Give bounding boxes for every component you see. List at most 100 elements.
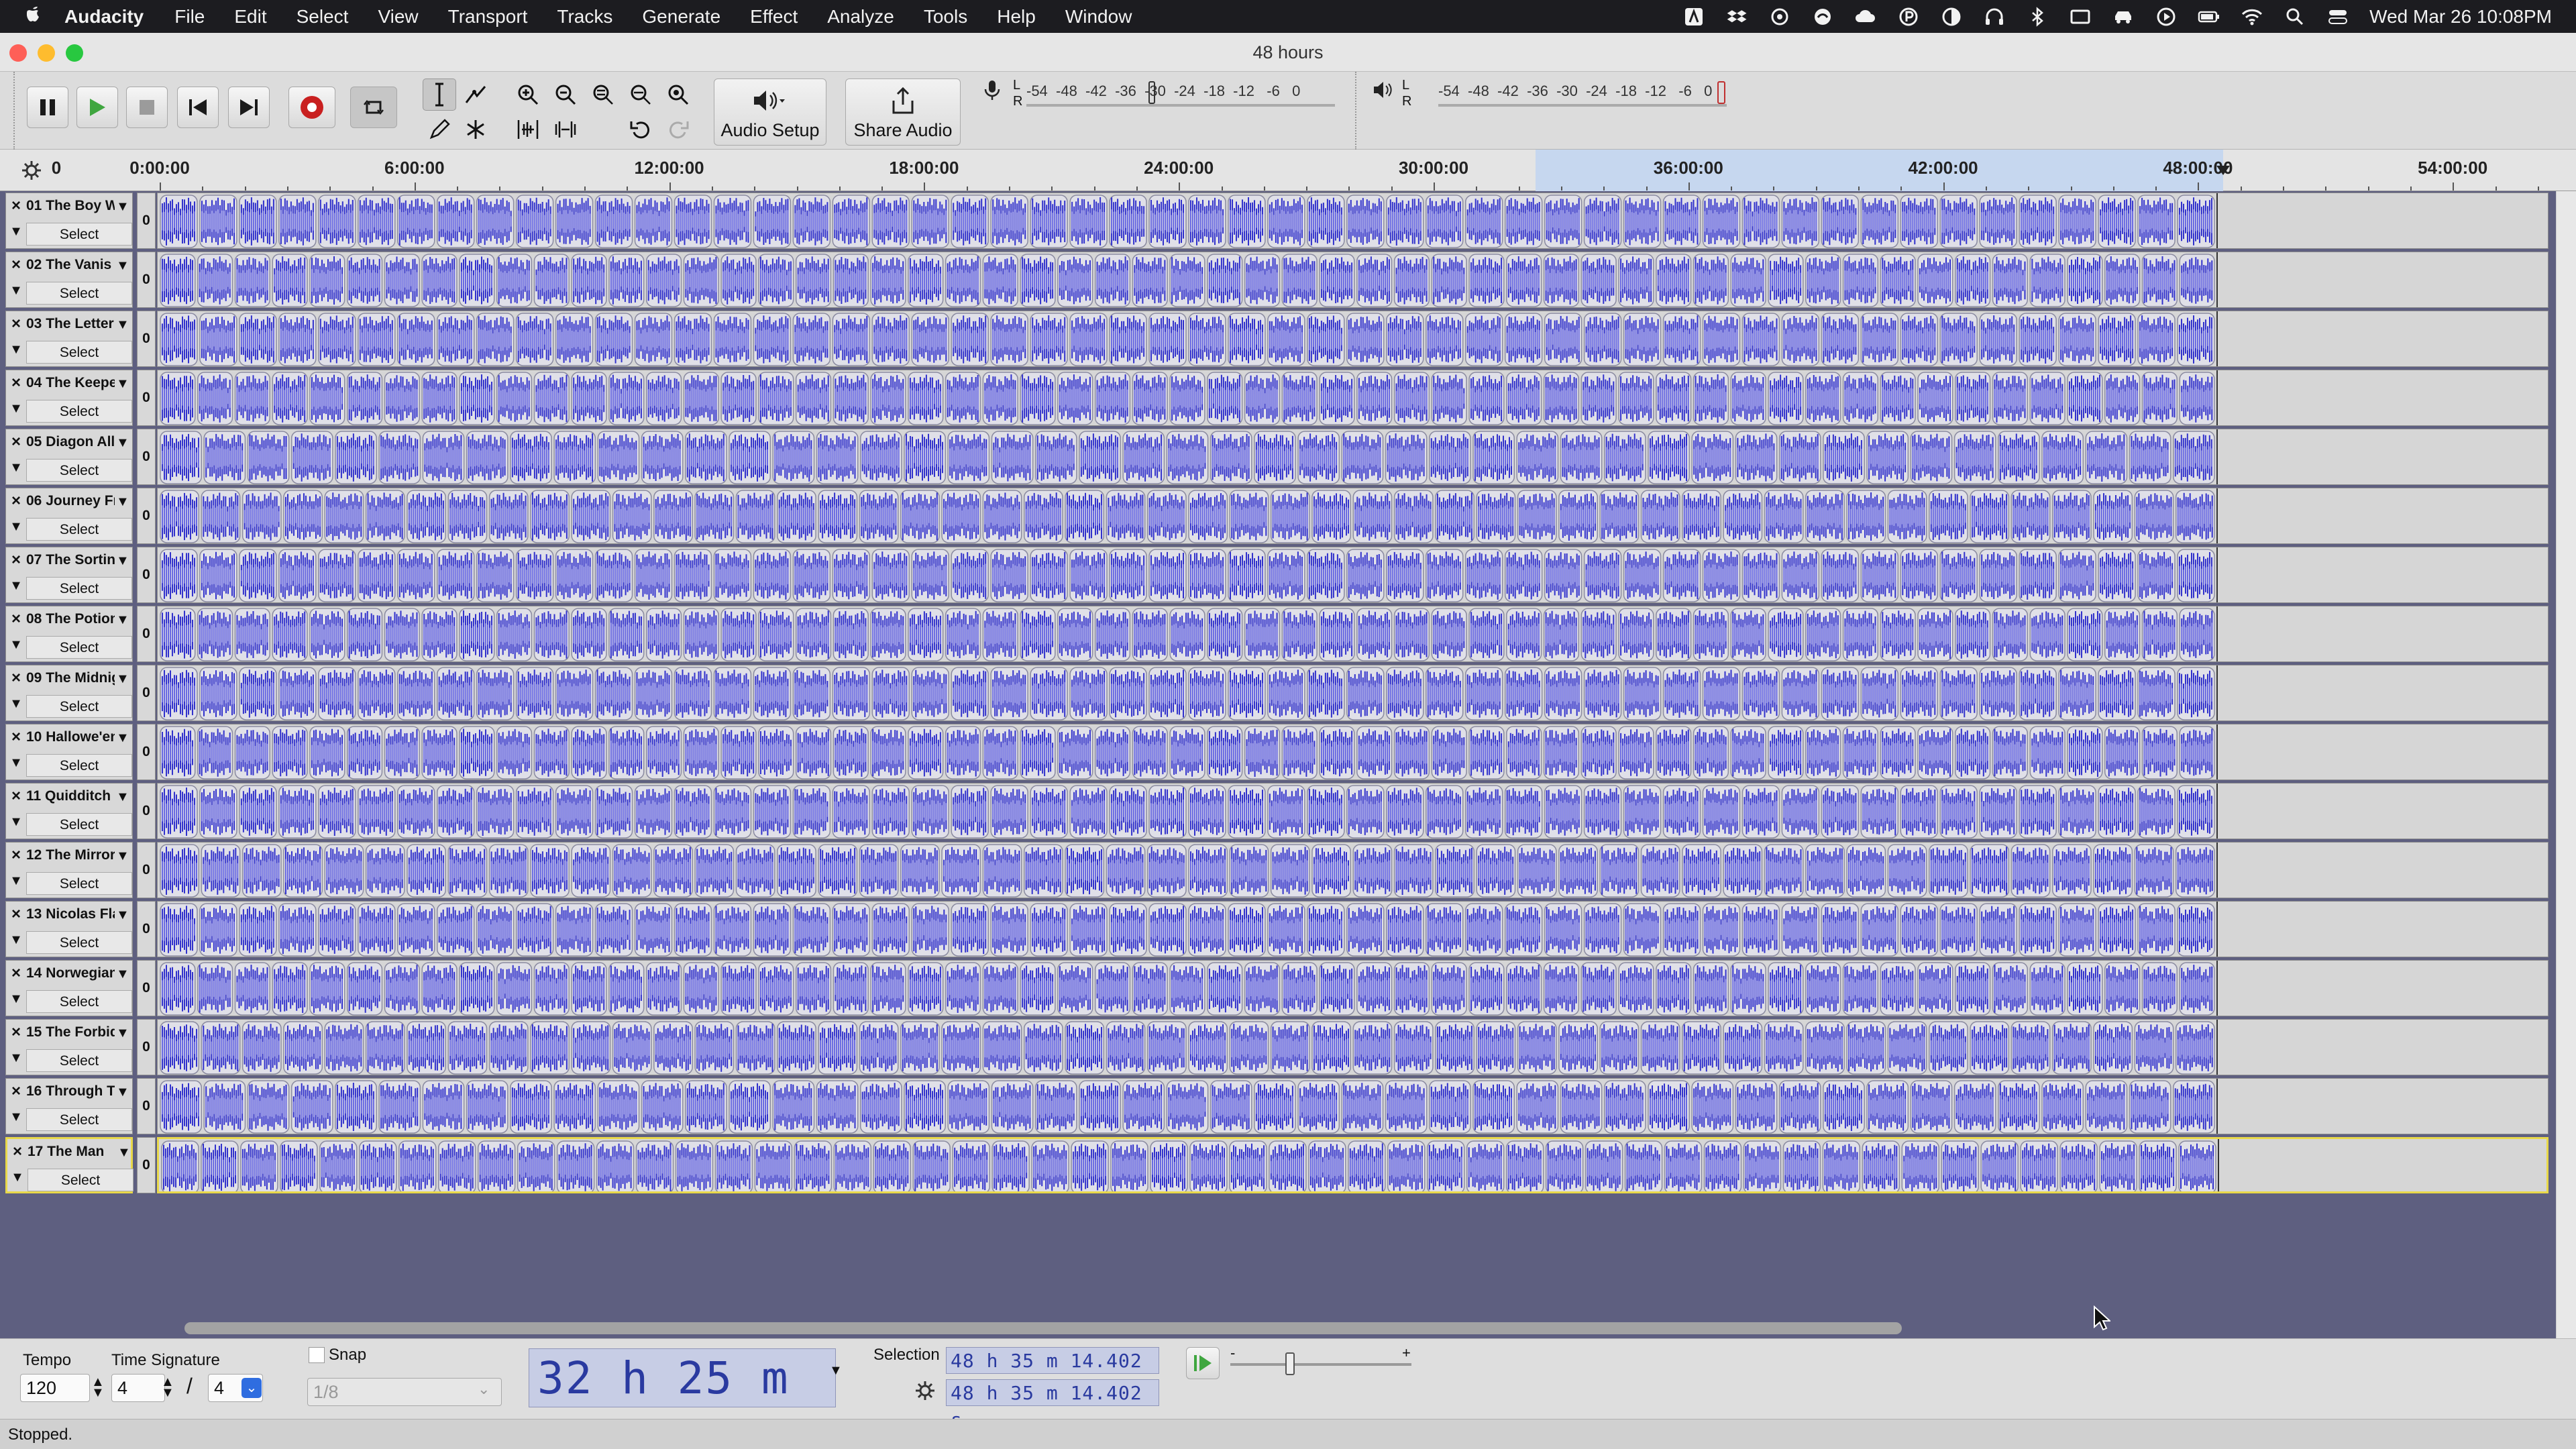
audio-clip[interactable]	[795, 254, 832, 307]
track-waveform[interactable]	[157, 1078, 2548, 1134]
audio-clip[interactable]	[982, 372, 1018, 425]
track-select-button[interactable]: Select	[26, 577, 132, 600]
audio-clip[interactable]	[908, 962, 944, 1016]
track-waveform[interactable]	[157, 665, 2548, 721]
menu-view[interactable]: View	[378, 6, 418, 28]
play-at-speed-button[interactable]	[1186, 1347, 1220, 1379]
audio-clip[interactable]	[160, 254, 196, 307]
audio-clip[interactable]	[1057, 372, 1093, 425]
audio-clip[interactable]	[2029, 726, 2065, 780]
audio-clip[interactable]	[1955, 254, 1991, 307]
display-icon[interactable]	[2069, 5, 2092, 28]
ts-numerator-stepper-icon[interactable]: ▲ ▼	[161, 1375, 174, 1399]
track-select-button[interactable]: Select	[28, 1169, 133, 1191]
menu-tools[interactable]: Tools	[924, 6, 967, 28]
track-vertical-scale[interactable]: 0	[137, 901, 156, 957]
audio-clip[interactable]	[160, 962, 196, 1016]
audio-clip[interactable]	[870, 372, 906, 425]
audio-clip[interactable]	[1543, 726, 1580, 780]
audio-clip[interactable]	[1618, 372, 1654, 425]
audio-clip[interactable]	[1057, 254, 1093, 307]
audio-clip[interactable]	[1207, 254, 1243, 307]
audio-clip[interactable]	[459, 608, 495, 661]
track-select-button[interactable]: Select	[26, 636, 132, 659]
audio-clip[interactable]	[908, 608, 944, 661]
audio-track[interactable]: × 08 The Potion ▼ ▼ Select 0	[0, 606, 2556, 665]
audio-clip[interactable]	[1207, 608, 1243, 661]
menu-app-name[interactable]: Audacity	[64, 6, 144, 28]
track-name[interactable]: 10 Hallowe'en	[26, 726, 115, 749]
envelope-tool-button[interactable]	[459, 78, 492, 111]
audio-clip[interactable]	[982, 726, 1018, 780]
track-name[interactable]: 17 The Man	[28, 1140, 116, 1163]
menu-generate[interactable]: Generate	[642, 6, 720, 28]
timeline-settings-icon[interactable]	[20, 159, 43, 182]
audio-clip[interactable]	[1207, 962, 1243, 1016]
track-waveform[interactable]	[157, 606, 2548, 662]
collapse-track-icon[interactable]: ▼	[7, 342, 25, 362]
play-circle-icon[interactable]	[2155, 5, 2178, 28]
track-vertical-scale[interactable]: 0	[137, 606, 156, 662]
audio-clip[interactable]	[309, 962, 345, 1016]
audio-clip[interactable]	[1281, 254, 1318, 307]
audio-clip[interactable]	[2141, 254, 2178, 307]
audio-track[interactable]: × 10 Hallowe'en ▼ ▼ Select 0	[0, 724, 2556, 783]
audio-clip[interactable]	[1768, 254, 1804, 307]
audio-clip[interactable]	[1393, 962, 1430, 1016]
audio-track[interactable]: × 06 Journey Fr ▼ ▼ Select 0	[0, 488, 2556, 547]
collapse-track-icon[interactable]: ▼	[7, 460, 25, 480]
audio-clip[interactable]	[945, 254, 981, 307]
trim-audio-button[interactable]	[511, 113, 545, 146]
audio-clip[interactable]	[795, 962, 832, 1016]
track-name[interactable]: 11 Quidditch	[26, 785, 115, 808]
audio-clip[interactable]	[720, 608, 757, 661]
audio-clip[interactable]	[2104, 372, 2141, 425]
audio-clip[interactable]	[496, 608, 533, 661]
track-waveform[interactable]	[157, 1137, 2548, 1193]
audio-clip[interactable]	[1618, 962, 1654, 1016]
audio-clip[interactable]	[1468, 726, 1505, 780]
track-close-icon[interactable]: ×	[7, 490, 25, 513]
headphones-icon[interactable]	[1983, 5, 2006, 28]
track-name[interactable]: 02 The Vanis	[26, 254, 115, 276]
selection-settings-icon[interactable]	[914, 1379, 936, 1402]
audio-clip[interactable]	[2179, 726, 2215, 780]
track-select-button[interactable]: Select	[26, 813, 132, 836]
audio-clip[interactable]	[459, 962, 495, 1016]
audio-clip[interactable]	[870, 254, 906, 307]
skip-to-start-button[interactable]	[177, 87, 219, 128]
track-close-icon[interactable]: ×	[7, 785, 25, 808]
audio-clip[interactable]	[720, 254, 757, 307]
collapse-track-icon[interactable]: ▼	[7, 578, 25, 598]
audio-clip[interactable]	[533, 254, 570, 307]
track-select-button[interactable]: Select	[26, 223, 132, 246]
snap-select[interactable]: 1/8	[307, 1378, 502, 1406]
menu-select[interactable]: Select	[297, 6, 349, 28]
audio-clip[interactable]	[1730, 726, 1766, 780]
ruler-selection-region[interactable]	[1535, 150, 2224, 191]
track-select-button[interactable]: Select	[26, 1108, 132, 1131]
audio-clip[interactable]	[945, 726, 981, 780]
track-name[interactable]: 13 Nicolas Fla	[26, 903, 115, 926]
audio-clip[interactable]	[795, 372, 832, 425]
audio-track[interactable]: × 01 The Boy W ▼ ▼ Select 0	[0, 193, 2556, 252]
collapse-track-icon[interactable]: ▼	[7, 696, 25, 716]
track-vertical-scale[interactable]: 0	[137, 1078, 156, 1134]
audio-track[interactable]: × 11 Quidditch ▼ ▼ Select 0	[0, 783, 2556, 842]
track-select-button[interactable]: Select	[26, 459, 132, 482]
collapse-track-icon[interactable]: ▼	[7, 401, 25, 421]
car-icon[interactable]	[2112, 5, 2135, 28]
audio-clip[interactable]	[1618, 608, 1654, 661]
track-close-icon[interactable]: ×	[7, 313, 25, 335]
audio-clip[interactable]	[234, 608, 270, 661]
timeline-ruler[interactable]: 0 0:00:00 6:00:00 12:00:00 18:00:00 24:00:00…	[0, 150, 2576, 191]
audio-clip[interactable]	[1543, 608, 1580, 661]
collapse-track-icon[interactable]: ▼	[7, 224, 25, 244]
audio-clip[interactable]	[1805, 372, 1841, 425]
track-name[interactable]: 05 Diagon All	[26, 431, 115, 453]
audio-clip[interactable]	[982, 608, 1018, 661]
audio-clip[interactable]	[1730, 608, 1766, 661]
track-menu-icon[interactable]: ▼	[117, 1143, 133, 1162]
zoom-in-button[interactable]	[511, 78, 545, 111]
track-select-button[interactable]: Select	[26, 872, 132, 895]
